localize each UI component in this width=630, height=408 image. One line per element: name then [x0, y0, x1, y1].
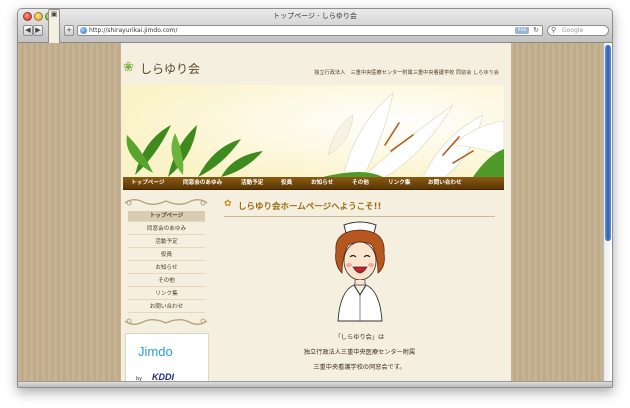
jimdo-badge[interactable]: Jimdo by KDDI: [125, 333, 209, 383]
lily-banner-image: [123, 85, 504, 177]
sidebar-item-links[interactable]: リンク集: [128, 289, 205, 300]
url-text: http://shirayurikai.jimdo.com/: [89, 27, 178, 34]
title-divider: [224, 216, 495, 217]
flower-icon: ✿: [224, 199, 232, 209]
intro-line-3: 三重中央看護学校の同窓会です。: [313, 364, 406, 371]
sidebar-item-top[interactable]: トップページ: [128, 211, 205, 222]
magnifier-icon: ⚲: [551, 26, 557, 34]
globe-icon: [80, 27, 87, 34]
window-title: トップページ - しらゆり会: [273, 12, 357, 20]
browser-window: トップページ - しらゆり会 ◀ ▶ ▣ + http://shirayurik…: [17, 8, 613, 388]
nav-item-news[interactable]: お知らせ: [311, 177, 333, 190]
nav-item-top[interactable]: トップページ: [131, 177, 164, 190]
sidebar-item-others[interactable]: その他: [128, 276, 205, 287]
lily-logo-icon: ❀: [123, 60, 134, 75]
sidebar-item-officers[interactable]: 役員: [128, 250, 205, 261]
page-title: しらゆり会ホームページへようこそ!!: [238, 202, 382, 212]
nav-item-officers[interactable]: 役員: [281, 177, 292, 190]
site-logo[interactable]: しらゆり会: [140, 60, 200, 77]
nav-item-schedule[interactable]: 活動予定: [241, 177, 263, 190]
page-viewport: ❀ しらゆり会 独立行政法人 三重中央医療センター附属三重中央看護学校 同窓会 …: [18, 43, 605, 383]
vertical-scrollbar[interactable]: [603, 43, 612, 383]
nav-item-history[interactable]: 同窓会のあゆみ: [183, 177, 222, 190]
sidebar-item-history[interactable]: 同窓会のあゆみ: [128, 224, 205, 235]
page-content: ❀ しらゆり会 独立行政法人 三重中央医療センター附属三重中央看護学校 同窓会 …: [121, 43, 511, 383]
sidebar-item-news[interactable]: お知らせ: [128, 263, 205, 274]
search-placeholder: Google: [562, 27, 584, 34]
back-button[interactable]: ◀: [23, 25, 33, 36]
forward-button[interactable]: ▶: [33, 25, 43, 36]
title-bar: トップページ - しらゆり会 ◀ ▶ ▣ + http://shirayurik…: [18, 9, 612, 349]
search-field[interactable]: ⚲ Google: [547, 25, 609, 36]
status-bar: [18, 381, 612, 387]
sidebar-bottom-ornament: [124, 318, 208, 325]
nurse-illustration: [335, 221, 385, 322]
sidebar-item-schedule[interactable]: 活動予定: [128, 237, 205, 248]
scrollbar-thumb[interactable]: [605, 45, 611, 241]
nav-item-links[interactable]: リンク集: [388, 177, 410, 190]
intro-line-1: 「しらゆり会」は: [334, 334, 385, 341]
site-subtitle: 独立行政法人 三重中央医療センター附属三重中央看護学校 同窓会 しらゆり会: [314, 70, 499, 76]
nav-item-contact[interactable]: お問い合わせ: [428, 177, 462, 190]
intro-line-2: 独立行政法人三重中央医療センター附属: [303, 349, 416, 356]
reload-icon[interactable]: ↻: [533, 26, 539, 35]
add-bookmark-button[interactable]: +: [64, 25, 74, 36]
main-navigation: トップページ 同窓会のあゆみ 活動予定 役員 お知らせ その他 リンク集 お問い…: [123, 177, 504, 190]
sidebar-top-ornament: [124, 199, 208, 206]
nav-item-others[interactable]: その他: [352, 177, 369, 190]
jimdo-logo: Jimdo: [138, 344, 173, 359]
address-bar[interactable]: http://shirayurikai.jimdo.com/ RSS ↻: [77, 25, 543, 36]
sidebar-item-contact[interactable]: お問い合わせ: [128, 302, 205, 313]
rss-button[interactable]: RSS: [515, 27, 529, 34]
